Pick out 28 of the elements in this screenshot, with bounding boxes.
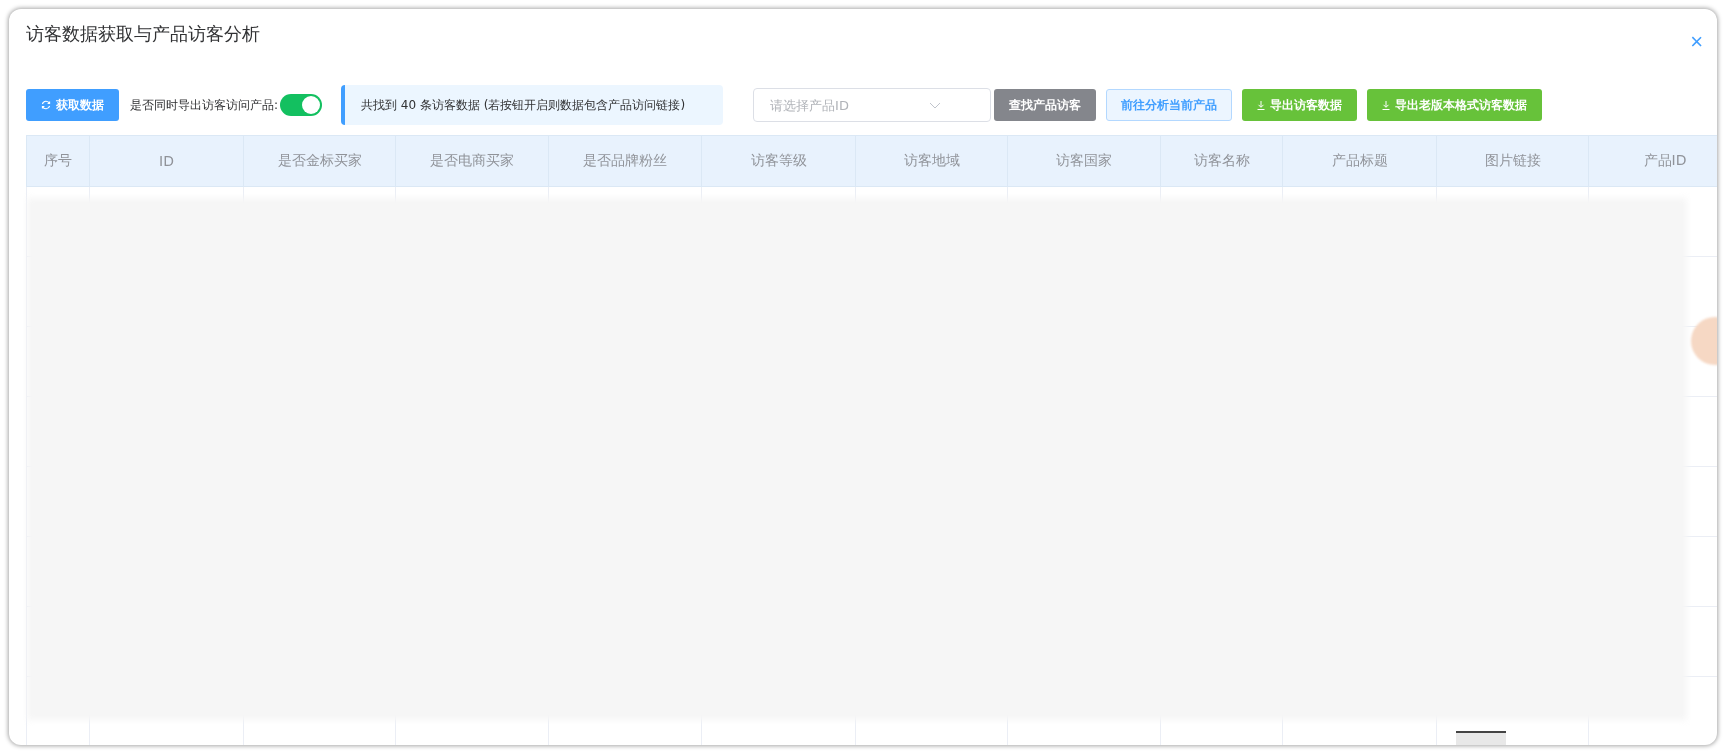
- column-header: 序号: [26, 135, 90, 187]
- column-header: 图片链接: [1436, 135, 1589, 187]
- export-button[interactable]: 导出老版本格式访客数据: [1367, 89, 1543, 121]
- column-header: 访客等级: [701, 135, 856, 187]
- dialog-title: 访客数据获取与产品访客分析: [26, 22, 260, 46]
- column-header: 是否电商买家: [395, 135, 549, 187]
- download-icon: [1382, 100, 1391, 110]
- column-header: 是否金标买家: [243, 135, 396, 187]
- export-button[interactable]: 导出访客数据: [1242, 89, 1358, 121]
- toggle-switch[interactable]: [280, 94, 323, 116]
- column-header: 产品标题: [1282, 135, 1437, 187]
- close-button[interactable]: ×: [1690, 31, 1703, 53]
- analyze-product-button[interactable]: 前往分析当前产品: [1106, 89, 1233, 121]
- download-icon: [1257, 100, 1266, 110]
- column-header: 访客地域: [855, 135, 1008, 187]
- column-header: 访客名称: [1160, 135, 1283, 187]
- column-header: ID: [89, 135, 244, 187]
- toggle-label: 是否同时导出访客访问产品:: [130, 96, 279, 114]
- fetch-data-button[interactable]: 获取数据: [26, 89, 119, 121]
- column-header: 访客国家: [1007, 135, 1161, 187]
- column-header: 产品ID: [1588, 135, 1717, 187]
- find-visitors-button[interactable]: 查找产品访客: [994, 89, 1097, 121]
- result-notice: 共找到 40 条访客数据 (若按钮开启则数据包含产品访问链接): [341, 85, 724, 125]
- refresh-icon: [41, 100, 51, 110]
- column-header: 是否品牌粉丝: [548, 135, 702, 187]
- chevron-down-icon: [929, 102, 942, 109]
- image-thumbnail: [1456, 731, 1506, 745]
- product-id-select[interactable]: 请选择产品ID: [753, 88, 992, 122]
